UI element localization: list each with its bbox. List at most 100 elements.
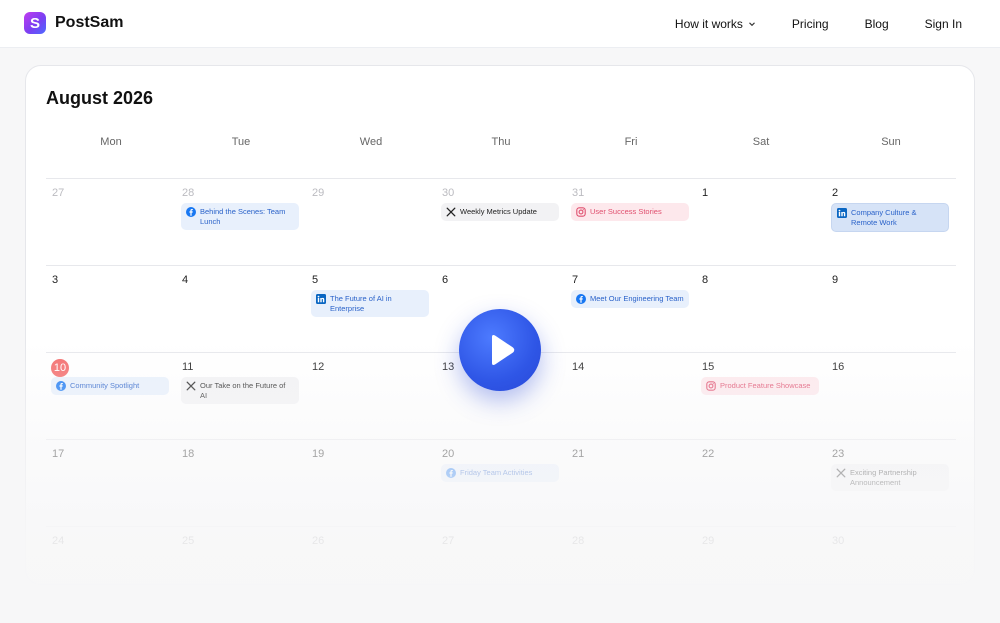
day-number: 25	[182, 535, 195, 547]
day-number: 17	[52, 448, 65, 460]
brand-logo[interactable]: S PostSam	[24, 12, 123, 34]
scheduled-post-title: Meet Our Engineering Team	[590, 294, 684, 303]
scheduled-post-title: Weekly Metrics Update	[460, 207, 537, 216]
nav-blog[interactable]: Blog	[865, 17, 889, 31]
calendar-day-cell[interactable]: 18	[176, 439, 306, 526]
calendar-day-cell[interactable]: 24	[46, 526, 176, 584]
day-number: 1	[702, 187, 709, 199]
x-icon	[186, 381, 196, 391]
calendar-day-cell[interactable]: 9	[826, 265, 956, 352]
day-number: 26	[312, 535, 325, 547]
day-number: 22	[702, 448, 715, 460]
weekday-label: Tue	[231, 136, 251, 148]
calendar-day-cell[interactable]: 30	[826, 526, 956, 584]
calendar-day-cell[interactable]: 28 Behind the Scenes: Team Lunch	[176, 178, 306, 265]
calendar-day-cell[interactable]: 8	[696, 265, 826, 352]
calendar-day-cell[interactable]: 30 Weekly Metrics Update	[436, 178, 566, 265]
calendar-day-cell[interactable]: 29	[696, 526, 826, 584]
calendar-day-cell[interactable]: 10 Community Spotlight	[46, 352, 176, 439]
scheduled-post[interactable]: Meet Our Engineering Team	[571, 290, 689, 308]
calendar-day-cell[interactable]: 11 Our Take on the Future of AI	[176, 352, 306, 439]
day-number: 30	[442, 187, 455, 199]
day-number: 16	[832, 361, 845, 373]
scheduled-post-title: Community Spotlight	[70, 381, 140, 390]
calendar-day-cell[interactable]: 21	[566, 439, 696, 526]
scheduled-post-title: Company Culture & Remote Work	[851, 208, 917, 227]
x-icon	[446, 207, 456, 217]
play-video-button[interactable]	[459, 309, 541, 391]
weekday-label: Thu	[491, 136, 511, 148]
day-number: 4	[182, 274, 189, 286]
calendar-day-cell[interactable]: 28	[566, 526, 696, 584]
calendar-day-cell[interactable]: 5 The Future of AI in Enterprise	[306, 265, 436, 352]
day-number: 24	[52, 535, 65, 547]
day-number: 19	[312, 448, 325, 460]
day-number: 7	[572, 274, 579, 286]
calendar-day-cell[interactable]: 17	[46, 439, 176, 526]
calendar-day-cell[interactable]: 25	[176, 526, 306, 584]
scheduled-post[interactable]: Product Feature Showcase	[701, 377, 819, 395]
day-number: 23	[832, 448, 845, 460]
day-number: 31	[572, 187, 585, 199]
nav-how-it-works[interactable]: How it works	[675, 17, 756, 31]
weekday-header: Mon Tue Wed Thu Fri Sat Sun	[46, 136, 956, 156]
calendar-day-cell[interactable]: 19	[306, 439, 436, 526]
scheduled-post[interactable]: Community Spotlight	[51, 377, 169, 395]
day-number: 18	[182, 448, 195, 460]
calendar-day-cell[interactable]: 16	[826, 352, 956, 439]
main-nav: How it works Pricing Blog Sign In	[675, 0, 962, 48]
calendar-day-cell[interactable]: 15 Product Feature Showcase	[696, 352, 826, 439]
day-number: 28	[572, 535, 585, 547]
calendar-day-cell[interactable]: 7 Meet Our Engineering Team	[566, 265, 696, 352]
calendar-day-cell[interactable]: 29	[306, 178, 436, 265]
scheduled-post-title: Our Take on the Future of AI	[200, 381, 286, 400]
month-title: August 2026	[46, 88, 154, 108]
x-icon	[836, 468, 846, 478]
nav-how-it-works-label: How it works	[674, 17, 743, 31]
calendar-day-cell[interactable]: 23 Exciting Partnership Announcement	[826, 439, 956, 526]
calendar-day-cell[interactable]: 12	[306, 352, 436, 439]
scheduled-post[interactable]: User Success Stories	[571, 203, 689, 221]
scheduled-post-title: Exciting Partnership Announcement	[850, 468, 917, 487]
scheduled-post[interactable]: Company Culture & Remote Work	[831, 203, 949, 232]
calendar-day-cell[interactable]: 26	[306, 526, 436, 584]
day-number: 12	[312, 361, 325, 373]
weekday-label: Sun	[881, 136, 901, 148]
calendar-day-cell[interactable]: 14	[566, 352, 696, 439]
calendar-day-cell[interactable]: 31 User Success Stories	[566, 178, 696, 265]
calendar-day-cell[interactable]: 1	[696, 178, 826, 265]
weekday-label: Sat	[752, 136, 770, 148]
brand-name: PostSam	[55, 14, 124, 31]
scheduled-post[interactable]: Weekly Metrics Update	[441, 203, 559, 221]
scheduled-post[interactable]: Our Take on the Future of AI	[181, 377, 299, 404]
day-number: 29	[702, 535, 715, 547]
calendar-day-cell[interactable]: 27	[436, 526, 566, 584]
facebook-icon	[576, 294, 586, 304]
linkedin-icon	[316, 294, 326, 304]
facebook-icon	[446, 468, 456, 478]
calendar-day-cell[interactable]: 22	[696, 439, 826, 526]
day-number: 6	[442, 274, 449, 286]
scheduled-post[interactable]: The Future of AI in Enterprise	[311, 290, 429, 317]
calendar-day-cell[interactable]: 3	[46, 265, 176, 352]
nav-sign-in[interactable]: Sign In	[925, 17, 962, 31]
calendar-day-cell[interactable]: 2 Company Culture & Remote Work	[826, 178, 956, 265]
scheduled-post-title: The Future of AI in Enterprise	[330, 294, 392, 313]
scheduled-post[interactable]: Exciting Partnership Announcement	[831, 464, 949, 491]
facebook-icon	[56, 381, 66, 391]
scheduled-post[interactable]: Friday Team Activities	[441, 464, 559, 482]
today-day-number: 10	[51, 359, 69, 377]
day-number: 14	[572, 361, 585, 373]
calendar-day-cell[interactable]: 20 Friday Team Activities	[436, 439, 566, 526]
day-number: 15	[702, 361, 715, 373]
calendar-day-cell[interactable]: 4	[176, 265, 306, 352]
linkedin-icon	[837, 208, 847, 218]
day-number: 8	[702, 274, 709, 286]
nav-pricing[interactable]: Pricing	[792, 17, 829, 31]
scheduled-post[interactable]: Behind the Scenes: Team Lunch	[181, 203, 299, 230]
facebook-icon	[186, 207, 196, 217]
day-number: 11	[182, 361, 194, 373]
calendar-day-cell[interactable]: 27	[46, 178, 176, 265]
day-number: 28	[182, 187, 195, 199]
scheduled-post-title: Product Feature Showcase	[720, 381, 811, 390]
